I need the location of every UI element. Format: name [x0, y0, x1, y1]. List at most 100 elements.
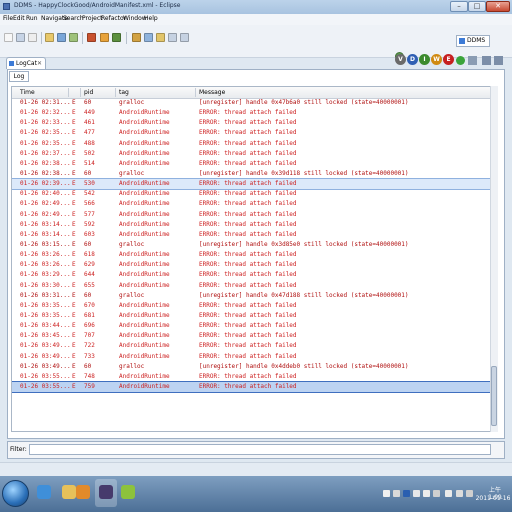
- table-row[interactable]: 01-26 03:55... E 759 AndroidRuntime ERROR: t…: [12, 380, 490, 394]
- cell-time: 01-26 03:29...: [20, 271, 71, 279]
- table-row[interactable]: 01-26 03:49... E 722 AndroidRuntime ERROR: t…: [12, 341, 490, 351]
- menu-run[interactable]: Run: [26, 15, 38, 22]
- column-tag[interactable]: tag: [119, 89, 129, 96]
- menu-search[interactable]: Search: [63, 15, 84, 22]
- filter-debug-button[interactable]: D: [407, 54, 418, 65]
- cell-level: E: [72, 251, 76, 259]
- menu-edit[interactable]: Edit: [13, 15, 25, 22]
- table-row[interactable]: 01-26 03:15... E 60 gralloc [unregister] han…: [12, 240, 490, 250]
- close-button[interactable]: ✕: [486, 1, 510, 12]
- table-row[interactable]: 01-26 02:39... E 530 AndroidRuntime ERROR: t…: [12, 178, 490, 191]
- table-row[interactable]: 01-26 03:30... E 655 AndroidRuntime ERROR: t…: [12, 281, 490, 291]
- tray-volume-icon[interactable]: [466, 490, 473, 497]
- cell-tag: AndroidRuntime: [119, 332, 170, 340]
- table-row[interactable]: 01-26 02:38... E 60 gralloc [unregister] han…: [12, 169, 490, 179]
- taskbar-media[interactable]: [72, 479, 94, 507]
- table-row[interactable]: 01-26 02:35... E 488 AndroidRuntime ERROR: t…: [12, 139, 490, 149]
- maximize-view-icon[interactable]: [494, 56, 503, 65]
- android-sdk-icon[interactable]: [57, 33, 66, 42]
- tab-log[interactable]: Log: [9, 71, 29, 82]
- start-button[interactable]: [2, 480, 29, 507]
- cell-tag: AndroidRuntime: [119, 159, 170, 167]
- android-avd-icon[interactable]: [69, 33, 78, 42]
- debug-icon[interactable]: [87, 33, 96, 42]
- filter-info-button[interactable]: I: [419, 54, 430, 65]
- print-icon[interactable]: [28, 33, 37, 42]
- column-message[interactable]: Message: [199, 89, 225, 96]
- taskbar-eclipse[interactable]: [95, 479, 117, 507]
- table-row[interactable]: 01-26 03:45... E 707 AndroidRuntime ERROR: t…: [12, 331, 490, 341]
- table-row[interactable]: 01-26 03:44... E 696 AndroidRuntime ERROR: t…: [12, 321, 490, 331]
- new-icon[interactable]: [4, 33, 13, 42]
- filter-input[interactable]: [29, 444, 491, 455]
- cell-pid: 449: [84, 109, 95, 117]
- menu-project[interactable]: Project: [82, 15, 103, 22]
- tray-ime-icon[interactable]: [383, 490, 390, 497]
- table-row[interactable]: 01-26 02:31... E 60 gralloc [unregister] han…: [12, 98, 490, 108]
- maximize-button[interactable]: □: [468, 1, 486, 12]
- cell-message: [unregister] handle 0x47b6a0 still locke…: [199, 99, 409, 106]
- column-separator[interactable]: [80, 88, 81, 97]
- ddms-perspective-button[interactable]: DDMS: [456, 35, 490, 47]
- menu-file[interactable]: File: [3, 15, 13, 22]
- next-annotation-icon[interactable]: [144, 33, 153, 42]
- table-row[interactable]: 01-26 02:49... E 566 AndroidRuntime ERROR: t…: [12, 199, 490, 209]
- menu-help[interactable]: Help: [144, 15, 158, 22]
- table-row[interactable]: 01-26 02:38... E 514 AndroidRuntime ERROR: t…: [12, 159, 490, 169]
- table-row[interactable]: 01-26 03:49... E 733 AndroidRuntime ERROR: t…: [12, 352, 490, 362]
- search-icon[interactable]: [132, 33, 141, 42]
- table-row[interactable]: 01-26 02:32... E 449 AndroidRuntime ERROR: t…: [12, 108, 490, 118]
- table-row[interactable]: 01-26 03:31... E 60 gralloc [unregister] han…: [12, 291, 490, 301]
- table-row[interactable]: 01-26 02:49... E 577 AndroidRuntime ERROR: t…: [12, 210, 490, 220]
- tray-network-icon[interactable]: [413, 490, 420, 497]
- tab-logcat[interactable]: LogCat ✕: [6, 57, 46, 69]
- cell-pid: 477: [84, 129, 95, 137]
- table-row[interactable]: 01-26 02:37... E 502 AndroidRuntime ERROR: t…: [12, 149, 490, 159]
- back-icon[interactable]: [168, 33, 177, 42]
- edit-filter-icon[interactable]: [468, 56, 477, 65]
- column-pid[interactable]: pid: [84, 89, 93, 96]
- table-row[interactable]: 01-26 03:26... E 618 AndroidRuntime ERROR: t…: [12, 250, 490, 260]
- table-row[interactable]: 01-26 03:35... E 681 AndroidRuntime ERROR: t…: [12, 311, 490, 321]
- minimize-button[interactable]: –: [450, 1, 468, 12]
- scrollbar-thumb[interactable]: [491, 366, 497, 426]
- cell-level: E: [72, 240, 76, 248]
- table-row[interactable]: 01-26 03:14... E 603 AndroidRuntime ERROR: t…: [12, 230, 490, 240]
- tray-flag-icon[interactable]: [423, 490, 430, 497]
- table-row[interactable]: 01-26 03:29... E 644 AndroidRuntime ERROR: t…: [12, 270, 490, 280]
- filter-warn-button[interactable]: W: [431, 54, 442, 65]
- table-row[interactable]: 01-26 03:35... E 670 AndroidRuntime ERROR: t…: [12, 301, 490, 311]
- minimize-view-icon[interactable]: [482, 56, 491, 65]
- taskbar-emulator[interactable]: [117, 479, 139, 507]
- filter-verbose-button[interactable]: V: [395, 54, 406, 65]
- table-row[interactable]: 01-26 02:35... E 477 AndroidRuntime ERROR: t…: [12, 128, 490, 138]
- tray-arrow-icon[interactable]: [456, 490, 463, 497]
- save-icon[interactable]: [16, 33, 25, 42]
- run-icon[interactable]: [100, 33, 109, 42]
- table-row[interactable]: 01-26 02:40... E 542 AndroidRuntime ERROR: t…: [12, 189, 490, 199]
- cell-tag: gralloc: [119, 99, 145, 106]
- forward-icon[interactable]: [180, 33, 189, 42]
- clock-date[interactable]: 2011-01-16: [475, 495, 511, 502]
- tray-power-icon[interactable]: [445, 490, 452, 497]
- external-tools-icon[interactable]: [112, 33, 121, 42]
- tray-shield-icon[interactable]: [403, 490, 410, 497]
- column-separator[interactable]: [68, 88, 69, 97]
- taskbar-ie[interactable]: [33, 479, 55, 507]
- add-filter-icon[interactable]: [456, 56, 465, 65]
- table-row[interactable]: 01-26 03:49... E 60 gralloc [unregister] han…: [12, 362, 490, 372]
- table-row[interactable]: 01-26 03:14... E 592 AndroidRuntime ERROR: t…: [12, 220, 490, 230]
- column-separator[interactable]: [195, 88, 196, 97]
- previous-annotation-icon[interactable]: [156, 33, 165, 42]
- column-time[interactable]: Time: [20, 89, 35, 96]
- cell-time: 01-26 03:26...: [20, 261, 71, 269]
- table-row[interactable]: 01-26 03:55... E 748 AndroidRuntime ERROR: t…: [12, 372, 490, 382]
- column-separator[interactable]: [115, 88, 116, 97]
- tray-speaker-icon[interactable]: [433, 490, 440, 497]
- close-tab-icon[interactable]: ✕: [37, 58, 42, 69]
- tray-keyboard-icon[interactable]: [393, 490, 400, 497]
- table-row[interactable]: 01-26 03:26... E 629 AndroidRuntime ERROR: t…: [12, 260, 490, 270]
- table-row[interactable]: 01-26 02:33... E 461 AndroidRuntime ERROR: t…: [12, 118, 490, 128]
- open-type-icon[interactable]: [45, 33, 54, 42]
- filter-error-button[interactable]: E: [443, 54, 454, 65]
